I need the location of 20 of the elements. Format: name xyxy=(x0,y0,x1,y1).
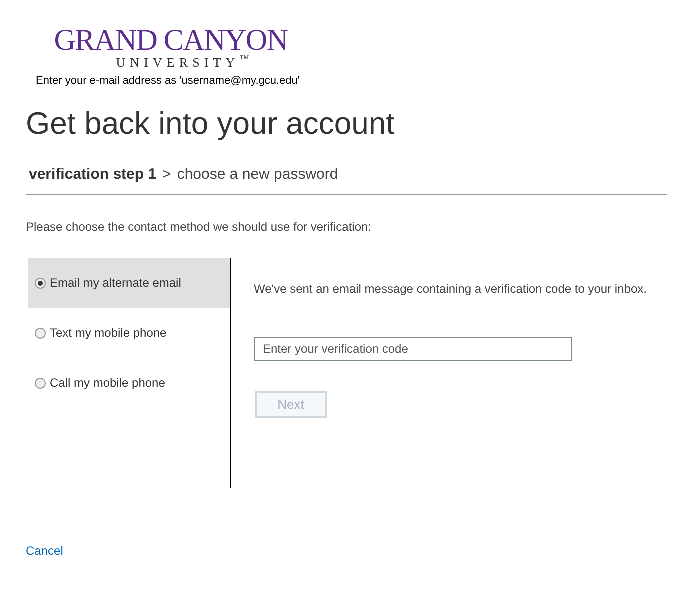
breadcrumb-step: > xyxy=(162,164,172,186)
logo-subtitle: UNIVERSITY$^{™}$ xyxy=(116,56,254,70)
verification-code-field[interactable]: Enter your verification code xyxy=(254,337,572,361)
radio-button[interactable] xyxy=(35,328,46,338)
option-label: Email my alternate email xyxy=(50,275,182,292)
instruction-text: Enter your e-mail address as 'username@my.gcu.edu' xyxy=(36,74,301,89)
instruction-text: Please choose the contact method we should use for verification: xyxy=(26,219,373,236)
radio-button[interactable] xyxy=(35,278,46,288)
option-label: Text my mobile phone xyxy=(50,325,167,342)
contact-method-option[interactable]: Call my mobile phone xyxy=(28,358,230,408)
logo-wordmark: GRAND CANYON xyxy=(54,26,288,56)
radio-button[interactable] xyxy=(35,378,46,388)
breadcrumb-step: verification step 1 xyxy=(29,164,157,186)
option-label: Call my mobile phone xyxy=(50,375,166,392)
message-text: We've sent an email message containing a verification code to your inbox. xyxy=(254,281,647,298)
breadcrumb-step: choose a new password xyxy=(177,164,338,186)
cancel-link[interactable]: Cancel xyxy=(26,542,64,560)
contact-method-option[interactable]: Text my mobile phone xyxy=(28,308,230,358)
contact-method-option[interactable]: Email my alternate email xyxy=(28,258,230,308)
page-title: Get back into your account xyxy=(26,104,396,142)
